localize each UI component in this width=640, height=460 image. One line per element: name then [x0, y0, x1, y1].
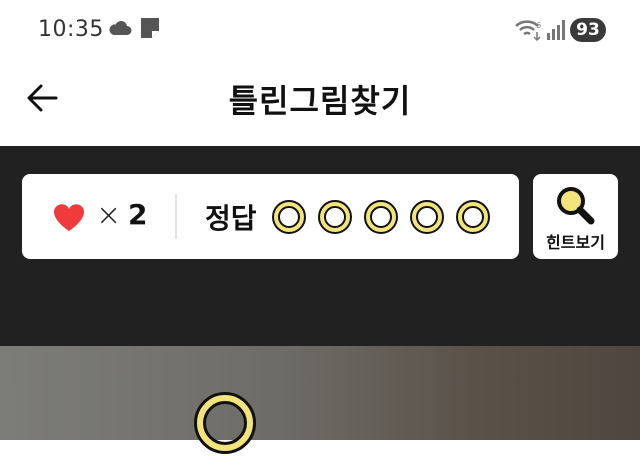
found-difference-marker — [192, 390, 258, 460]
hint-label: 힌트보기 — [546, 233, 605, 252]
answer-slot — [410, 200, 444, 234]
lives-multiplier: × — [96, 198, 122, 233]
hint-button[interactable]: 힌트보기 — [533, 174, 618, 259]
game-info-area: × 2 정답 힌트보기 — [0, 146, 640, 346]
cloud-icon — [108, 19, 132, 41]
wifi-icon: 6 — [514, 18, 544, 46]
signal-icon — [546, 19, 566, 45]
magnifier-icon — [555, 185, 597, 231]
note-icon — [140, 17, 160, 43]
lives-count: 2 — [128, 198, 148, 231]
answer-slot — [272, 200, 306, 234]
answer-slot — [318, 200, 352, 234]
puzzle-image[interactable] — [0, 346, 640, 454]
divider — [175, 194, 177, 239]
battery-badge: 93 — [570, 18, 606, 42]
answer-slot — [456, 200, 490, 234]
app-bar: 틀린그림찾기 — [0, 60, 640, 146]
heart-icon — [52, 202, 86, 236]
svg-text:6: 6 — [536, 21, 541, 30]
answer-slot — [364, 200, 398, 234]
answer-label: 정답 — [205, 202, 257, 235]
status-time: 10:35 — [38, 17, 104, 42]
page-title: 틀린그림찾기 — [228, 82, 412, 120]
status-bar: 10:35 6 93 — [0, 0, 640, 60]
score-card: × 2 정답 — [22, 174, 519, 259]
